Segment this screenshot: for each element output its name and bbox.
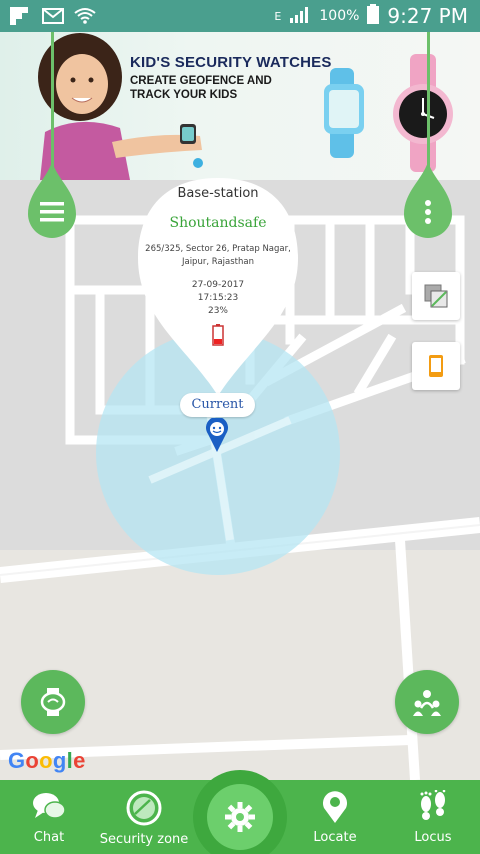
watch-button[interactable] xyxy=(21,670,85,734)
signal-icon xyxy=(289,5,311,27)
popup-date: 27-09-2017 xyxy=(191,280,245,290)
gmail-icon xyxy=(42,7,64,25)
nav-chat[interactable]: Chat xyxy=(22,790,76,845)
location-pin-icon xyxy=(323,791,347,823)
clock: 9:27 PM xyxy=(387,4,468,28)
watch-icon xyxy=(40,688,66,716)
google-logo-letter: e xyxy=(73,748,86,773)
phone-button[interactable] xyxy=(412,342,460,390)
family-button[interactable] xyxy=(395,670,459,734)
battery-percent: 100% xyxy=(319,8,360,24)
info-popup: Base-station Shoutandsafe 265/325, Secto… xyxy=(138,178,298,396)
location-marker-icon[interactable] xyxy=(206,418,228,452)
gear-icon xyxy=(225,802,255,832)
battery-icon xyxy=(367,4,380,28)
carousel-dot xyxy=(193,158,203,168)
nav-locus[interactable]: Locus xyxy=(404,790,462,845)
nav-security-zone[interactable]: Security zone xyxy=(90,790,198,847)
device-name: Shoutandsafe xyxy=(169,215,267,231)
banner-title: KID'S SECURITY WATCHES xyxy=(130,54,332,71)
google-logo-letter: G xyxy=(8,748,26,773)
wifi-icon xyxy=(74,7,96,25)
more-options-button[interactable] xyxy=(404,162,452,238)
device-address: 265/325, Sector 26, Pratap Nagar, Jaipur… xyxy=(145,244,291,267)
current-location-label: Current xyxy=(180,393,255,417)
settings-button[interactable] xyxy=(193,770,287,854)
popup-title: Base-station xyxy=(177,186,259,201)
security-zone-icon xyxy=(126,790,162,826)
footprints-icon xyxy=(420,790,446,820)
popup-time: 17:15:23 xyxy=(197,293,239,303)
family-icon xyxy=(413,690,441,716)
menu-drop-line xyxy=(51,32,54,172)
flipboard-icon xyxy=(10,7,32,25)
phone-icon xyxy=(429,355,443,377)
layers-icon xyxy=(424,284,448,308)
battery-low-icon xyxy=(212,324,224,346)
hamburger-icon xyxy=(40,202,64,222)
network-type: E xyxy=(274,9,282,23)
map-layers-button[interactable] xyxy=(412,272,460,320)
popup-timestamp: 27-09-2017 17:15:23 23% xyxy=(138,279,298,318)
nav-locus-label: Locus xyxy=(414,830,452,845)
google-logo-letter: o xyxy=(39,748,53,773)
promo-banner[interactable]: KID'S SECURITY WATCHES CREATE GEOFENCE A… xyxy=(0,32,480,180)
status-bar: E 100% 9:27 PM xyxy=(0,0,480,32)
banner-subtitle: CREATE GEOFENCE AND TRACK YOUR KIDS xyxy=(130,75,272,101)
google-logo-letter: o xyxy=(25,748,40,773)
menu-button[interactable] xyxy=(28,162,76,238)
nav-locate-label: Locate xyxy=(313,830,357,845)
nav-security-zone-label: Security zone xyxy=(99,832,189,847)
nav-chat-label: Chat xyxy=(33,830,65,845)
google-logo: Google xyxy=(8,748,86,774)
more-drop-line xyxy=(427,32,430,172)
nav-locate[interactable]: Locate xyxy=(306,790,364,845)
chat-icon xyxy=(33,793,66,819)
popup-battery-percent: 23% xyxy=(207,306,228,316)
vertical-dots-icon xyxy=(425,200,431,224)
google-logo-letter: g xyxy=(52,748,67,773)
watches-image xyxy=(324,54,453,172)
